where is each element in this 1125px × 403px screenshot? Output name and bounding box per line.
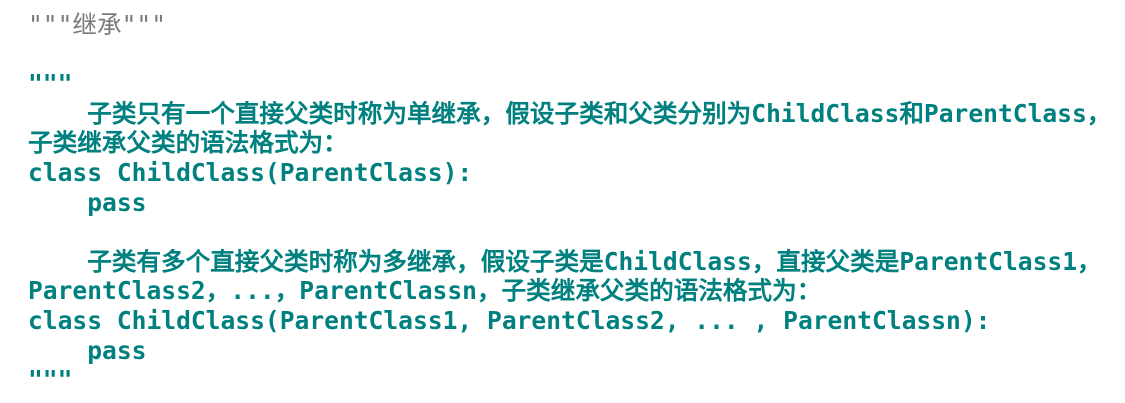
code-line: pass [28,335,147,365]
code-line: 子类有多个直接父类时称为多继承，假设子类是ChildClass，直接父类是Par… [28,246,1102,276]
code-line: pass [28,187,147,217]
code-line: 子类只有一个直接父类时称为单继承，假设子类和父类分别为ChildClass和Pa… [28,98,1112,128]
code-line: class ChildClass(ParentClass): [28,157,473,187]
code-line-docstring-close: """ [28,365,73,395]
code-line-title: """继承""" [28,10,167,39]
code-line: 子类继承父类的语法格式为： [28,128,348,158]
code-editor[interactable]: """继承""" """ 子类只有一个直接父类时称为单继承，假设子类和父类分别为… [28,10,1111,395]
code-line: class ChildClass(ParentClass1, ParentCla… [28,305,991,335]
code-line-docstring-open: """ [28,69,73,99]
code-line: ParentClass2，...，ParentClassn，子类继承父类的语法格… [28,276,822,306]
